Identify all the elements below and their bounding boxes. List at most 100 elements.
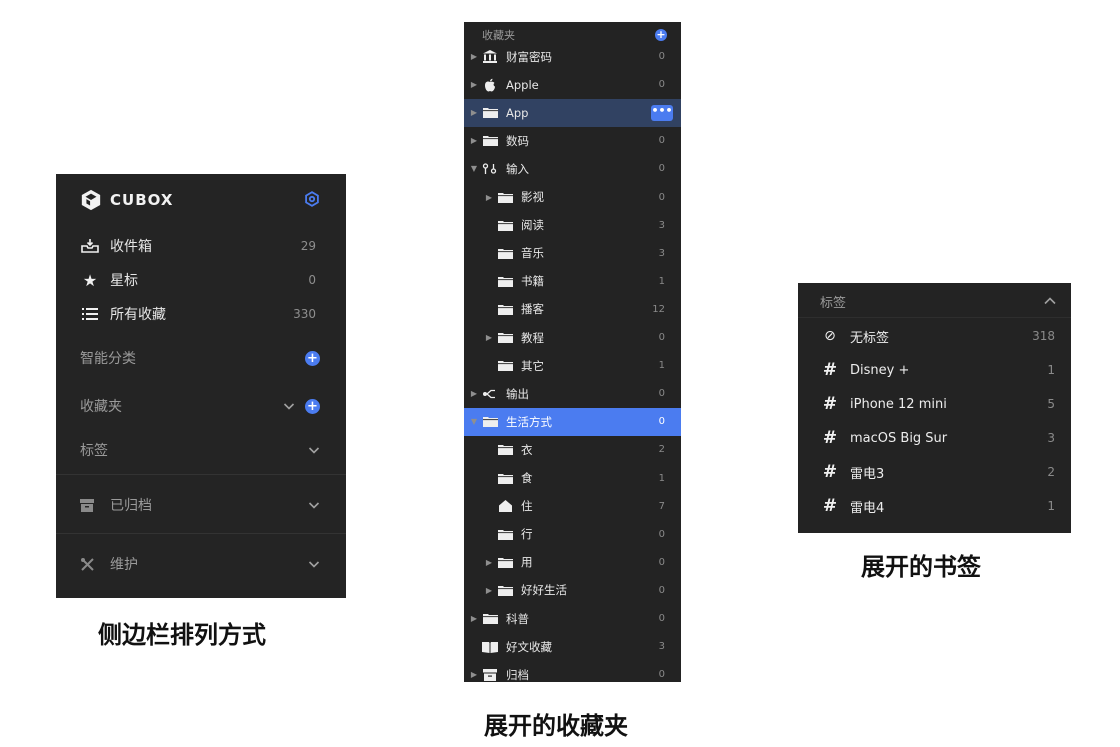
folder-count: 1: [658, 472, 665, 484]
expand-triangle-icon[interactable]: ▶: [470, 614, 478, 623]
folders-panel: 收藏夹 + ▶ 财富密码 0 ▶ Apple 0 ▶ App ••• ▶ 数码 0 ▼ 输入 0 ▶ 影视 0 阅读…: [464, 22, 681, 682]
hash-icon: #: [822, 428, 838, 448]
expand-triangle-icon[interactable]: ▶: [470, 80, 478, 89]
folder-row[interactable]: 住7: [464, 492, 681, 520]
hash-icon: #: [822, 496, 838, 516]
folder-row[interactable]: ▶ 输出 0: [464, 380, 681, 408]
section-label: 已归档: [110, 498, 152, 514]
folder-row[interactable]: ▶ 财富密码 0: [464, 43, 681, 71]
tag-row[interactable]: ⊘ 无标签 318: [822, 324, 1055, 348]
folders-header: 收藏夹 +: [482, 26, 667, 44]
more-options-button[interactable]: •••: [651, 104, 673, 121]
folder-row[interactable]: 音乐 3: [464, 239, 681, 267]
folder-row[interactable]: 衣2: [464, 436, 681, 464]
expand-triangle-icon[interactable]: ▶: [485, 558, 493, 567]
hash-icon: #: [822, 394, 838, 414]
chevron-down-icon[interactable]: [308, 499, 320, 511]
folder-count: 3: [658, 641, 665, 653]
tag-row[interactable]: # 雷电3 2: [822, 460, 1055, 484]
folder-row[interactable]: ▶ 科普 0: [464, 605, 681, 633]
section-tags[interactable]: 标签: [80, 438, 320, 462]
folder-row[interactable]: ▶ 影视 0: [464, 183, 681, 211]
folder-row[interactable]: 播客 12: [464, 295, 681, 323]
input-icon: [482, 163, 498, 175]
app-logo: CUBOX: [80, 186, 173, 214]
folder-label: 衣: [521, 442, 533, 457]
folder-row[interactable]: 阅读 3: [464, 211, 681, 239]
folder-icon: [497, 303, 513, 315]
section-smart[interactable]: 智能分类 +: [80, 346, 320, 370]
section-label: 维护: [110, 557, 138, 573]
tag-label: 无标签: [850, 330, 890, 346]
settings-icon[interactable]: [304, 191, 320, 207]
tag-row[interactable]: # 雷电4 1: [822, 494, 1055, 518]
folder-row[interactable]: ▼ 输入 0: [464, 155, 681, 183]
collapse-triangle-icon[interactable]: ▼: [470, 417, 478, 426]
folder-count: 0: [658, 669, 665, 681]
expand-triangle-icon[interactable]: ▶: [485, 333, 493, 342]
chevron-down-icon[interactable]: [308, 444, 320, 456]
folder-count: 0: [658, 584, 665, 596]
folder-row[interactable]: ▶ 归档 0: [464, 661, 681, 682]
folder-count: 12: [652, 303, 665, 315]
hash-icon: #: [822, 360, 838, 380]
expand-triangle-icon[interactable]: ▶: [485, 193, 493, 202]
item-count: 29: [300, 239, 316, 253]
folder-row[interactable]: 食1: [464, 464, 681, 492]
section-archived[interactable]: 已归档: [80, 493, 320, 517]
folder-row[interactable]: 书籍 1: [464, 267, 681, 295]
folder-row[interactable]: 其它 1: [464, 352, 681, 380]
tag-count: 1: [1047, 363, 1055, 377]
folder-label: 数码: [506, 133, 529, 148]
chevron-down-icon[interactable]: [308, 558, 320, 570]
folder-row[interactable]: ▶ 用 0: [464, 548, 681, 576]
tag-row[interactable]: # Disney + 1: [822, 358, 1055, 382]
expand-triangle-icon[interactable]: ▶: [470, 389, 478, 398]
caption-folders: 展开的收藏夹: [484, 712, 628, 740]
folder-label: 影视: [521, 190, 544, 204]
cube-logo-icon: [81, 189, 101, 211]
expand-triangle-icon[interactable]: ▶: [485, 586, 493, 595]
folder-label: 其它: [521, 358, 544, 373]
item-count: 330: [293, 307, 316, 321]
folder-row[interactable]: ▼ 生活方式 0: [464, 407, 681, 436]
sidebar-item-inbox[interactable]: 收件箱 29: [80, 234, 316, 258]
folder-icon: [482, 107, 498, 119]
section-label: 收藏夹: [80, 399, 122, 415]
expand-triangle-icon[interactable]: ▶: [470, 670, 478, 679]
collapse-triangle-icon[interactable]: ▼: [470, 164, 478, 173]
section-maintain[interactable]: 维护: [80, 552, 320, 576]
folder-row[interactable]: ▶ Apple 0: [464, 71, 681, 99]
sidebar-item-all[interactable]: 所有收藏 330: [80, 302, 316, 326]
folder-row[interactable]: ▶ 教程 0: [464, 324, 681, 352]
star-icon: ★: [82, 270, 98, 290]
folder-icon: [497, 556, 513, 568]
expand-triangle-icon[interactable]: ▶: [470, 108, 478, 117]
expand-triangle-icon[interactable]: ▶: [470, 136, 478, 145]
folder-label: 行: [521, 527, 533, 542]
folder-row[interactable]: 好文收藏 3: [464, 633, 681, 661]
tags-header[interactable]: 标签: [820, 289, 1057, 313]
chevron-up-icon[interactable]: [1043, 294, 1057, 308]
add-folder-icon[interactable]: +: [655, 29, 667, 41]
tag-row[interactable]: # iPhone 12 mini 5: [822, 392, 1055, 416]
folder-row[interactable]: ▶ 好好生活 0: [464, 576, 681, 604]
folder-count: 1: [658, 360, 665, 372]
tag-row[interactable]: # macOS Big Sur 3: [822, 426, 1055, 450]
sidebar-item-label: 所有收藏: [110, 307, 166, 323]
expand-triangle-icon[interactable]: ▶: [470, 52, 478, 61]
folder-row[interactable]: 行0: [464, 520, 681, 548]
folder-row[interactable]: ▶ App •••: [464, 98, 681, 127]
sidebar-item-starred[interactable]: ★ 星标 0: [80, 268, 316, 292]
folder-count: 0: [658, 556, 665, 568]
chevron-down-icon[interactable]: [283, 400, 295, 412]
add-folder-icon[interactable]: +: [305, 398, 320, 414]
section-favorites[interactable]: 收藏夹 +: [80, 394, 320, 418]
folder-label: App: [506, 105, 529, 120]
add-smart-icon[interactable]: +: [305, 350, 320, 366]
folder-count: 0: [658, 79, 665, 91]
folder-icon: [497, 528, 513, 540]
folder-row[interactable]: ▶ 数码 0: [464, 127, 681, 155]
hash-icon: #: [822, 462, 838, 482]
folder-count: 0: [658, 191, 665, 203]
